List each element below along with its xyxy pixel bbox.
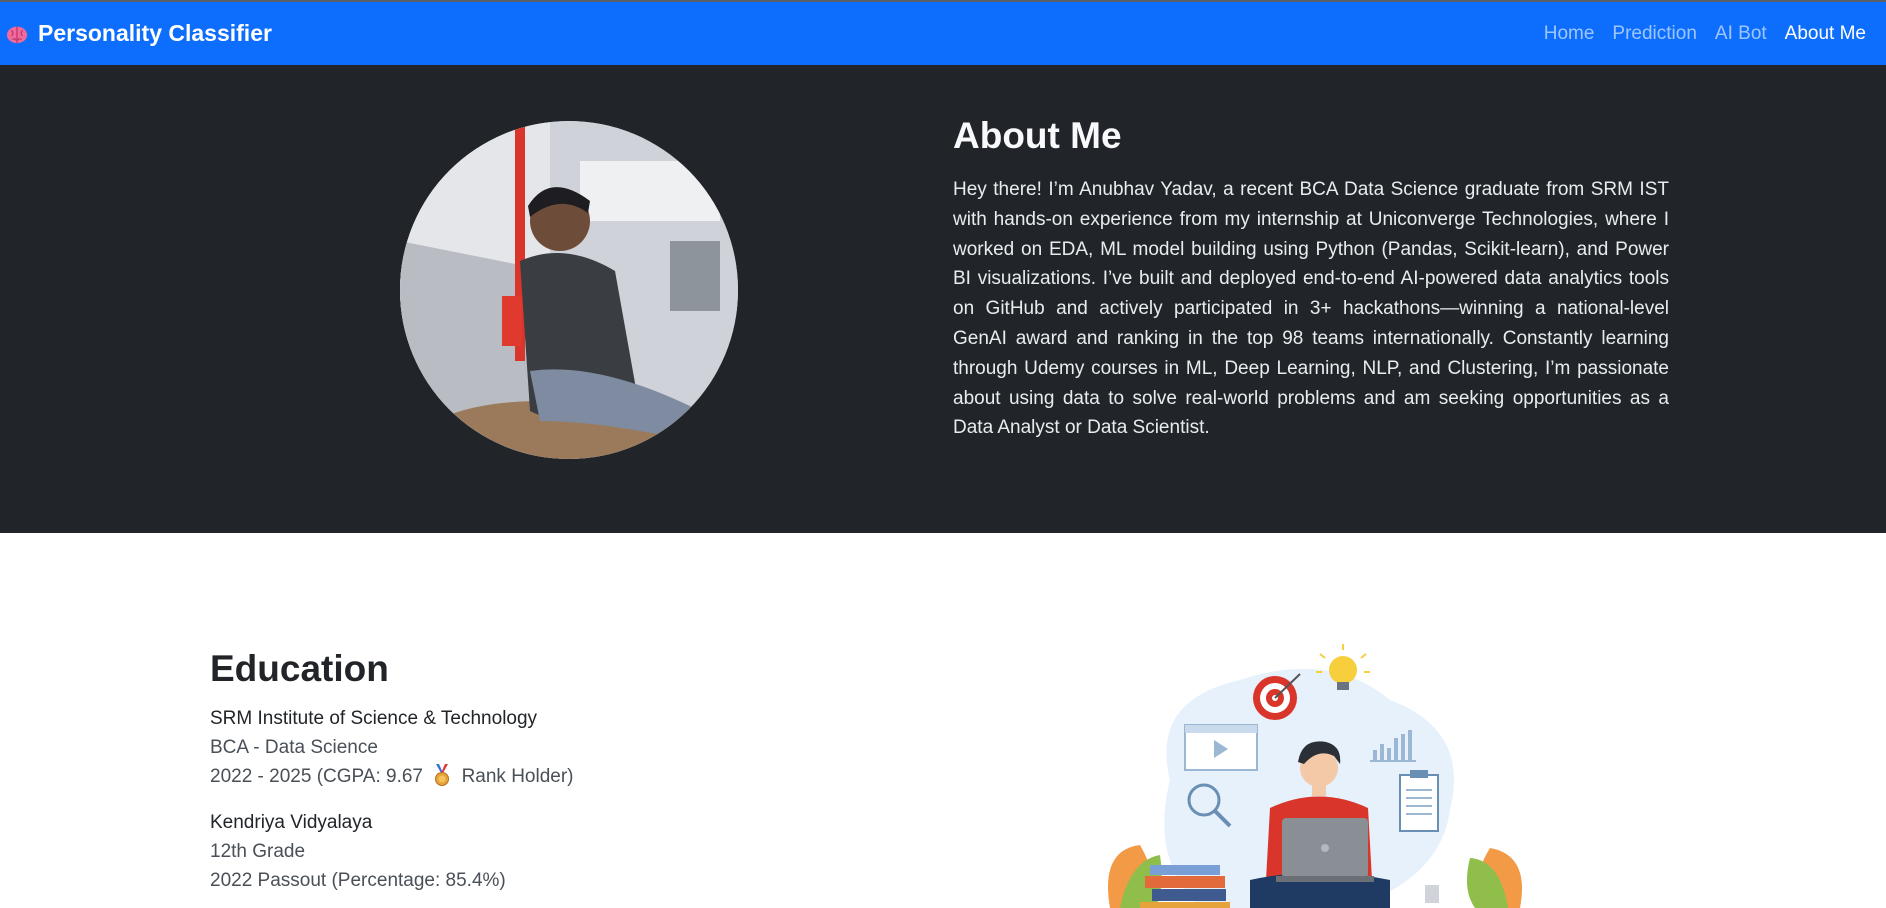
brain-icon: [6, 26, 28, 43]
about-text: Hey there! I’m Anubhav Yadav, a recent B…: [953, 179, 1669, 439]
medal-icon: [435, 764, 450, 786]
navbar-brand[interactable]: Personality Classifier: [6, 20, 272, 47]
brand-label: Personality Classifier: [38, 20, 272, 46]
education-degree: BCA - Data Science: [210, 737, 378, 758]
education-school: SRM Institute of Science & Technology: [210, 708, 538, 729]
nav-link-about-me[interactable]: About Me: [1785, 23, 1866, 45]
study-illustration: [1090, 640, 1530, 908]
education-entry: Kendriya Vidyalaya 12th Grade 2022 Passo…: [210, 808, 810, 895]
nav-links: Home Prediction AI Bot About Me: [1544, 23, 1886, 45]
nav-link-prediction[interactable]: Prediction: [1612, 23, 1697, 45]
education-section: Education SRM Institute of Science & Tec…: [210, 648, 810, 908]
video-icon: [1184, 724, 1258, 771]
profile-photo: [400, 121, 738, 459]
education-entry: SRM Institute of Science & Technology BC…: [210, 704, 810, 791]
about-content: About Me Hey there! I’m Anubhav Yadav, a…: [953, 115, 1669, 443]
profile-photo-image: [400, 121, 738, 459]
clipboard-icon: [1399, 770, 1439, 832]
education-school: Kendriya Vidyalaya: [210, 812, 373, 833]
education-period-suffix: Rank Holder): [461, 766, 574, 787]
education-period-text: 2022 - 2025 (CGPA: 9.67: [210, 766, 423, 787]
about-section: About Me Hey there! I’m Anubhav Yadav, a…: [0, 65, 1886, 533]
about-title: About Me: [953, 115, 1122, 156]
education-degree: 12th Grade: [210, 841, 306, 862]
education-title: Education: [210, 648, 389, 689]
education-period: 2022 Passout (Percentage: 85.4%): [210, 870, 506, 891]
navbar: Personality Classifier Home Prediction A…: [0, 0, 1886, 65]
education-period: 2022 - 2025 (CGPA: 9.67 Rank Holder): [210, 762, 810, 791]
nav-link-home[interactable]: Home: [1544, 23, 1595, 45]
nav-link-ai-bot[interactable]: AI Bot: [1715, 23, 1767, 45]
